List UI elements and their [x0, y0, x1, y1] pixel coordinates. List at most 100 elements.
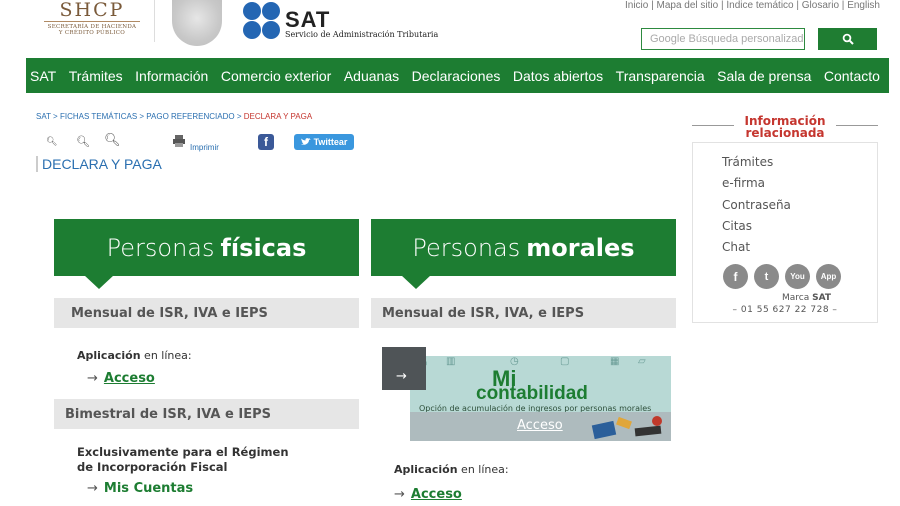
text-reset-icon[interactable]: 🔍︎	[76, 135, 90, 148]
nav-item-aduanas[interactable]: Aduanas	[344, 68, 399, 84]
related-link-tramites[interactable]: Trámites	[722, 155, 791, 176]
related-links: Trámites e-firma Contraseña Citas Chat	[722, 155, 791, 261]
related-info-title-line2: relacionada	[745, 126, 825, 140]
nav-item-informacion[interactable]: Información	[135, 68, 208, 84]
banner-panel: ▭ ▥ ◷ ▢ ▦ ▱ Mi contabilidad Opción de ac…	[410, 356, 671, 441]
search-input[interactable]: Google Búsqueda personalizada	[641, 28, 805, 50]
twitter-share-button[interactable]: Twittear	[294, 134, 354, 150]
section-bimestral: Bimestral de ISR, IVA e IEPS	[54, 399, 359, 429]
personas-fisicas-header-bold: físicas	[220, 233, 307, 262]
app-line-rest: en línea:	[140, 349, 192, 362]
section-mensual-morales: Mensual de ISR, IVA, e IEPS	[371, 298, 676, 328]
office-tools-icon	[591, 416, 662, 439]
national-seal-icon	[172, 0, 222, 46]
facebook-icon[interactable]: f	[723, 264, 748, 289]
top-link-indice[interactable]: Índice temático	[726, 0, 793, 11]
breadcrumb-sep: >	[137, 112, 147, 121]
text-decrease-icon[interactable]: 🔍︎	[46, 137, 57, 147]
sat-logo[interactable]: SAT Servicio de Administración Tributari…	[243, 2, 463, 42]
personas-morales-header: Personas morales	[371, 219, 676, 289]
arrow-right-icon: →	[394, 487, 405, 502]
header-pointer	[401, 275, 431, 289]
nav-item-contacto[interactable]: Contacto	[824, 68, 880, 84]
folder-icon: ▢	[560, 356, 570, 367]
app-line-bold: Aplicación	[394, 463, 458, 476]
app-line-rest: en línea:	[457, 463, 509, 476]
search-icon	[842, 33, 854, 45]
shcp-logo-rule	[44, 21, 140, 22]
print-icon[interactable]	[172, 134, 186, 148]
personas-fisicas-header: Personas físicas	[54, 219, 359, 289]
banner-access-link[interactable]: Acceso	[517, 418, 563, 433]
related-link-contrasena[interactable]: Contraseña	[722, 198, 791, 219]
nav-item-comercio-exterior[interactable]: Comercio exterior	[221, 68, 331, 84]
title-rule-right	[836, 125, 878, 126]
access-link-morales[interactable]: → Acceso	[394, 487, 462, 502]
arrow-right-icon: →	[396, 369, 407, 384]
header-pointer	[84, 275, 114, 289]
breadcrumb-item-sat[interactable]: SAT	[36, 112, 51, 121]
personas-morales-header-bold: morales	[526, 233, 635, 262]
breadcrumb-sep: >	[50, 112, 60, 121]
breadcrumb-sep: >	[234, 112, 244, 121]
youtube-icon[interactable]: You	[785, 264, 810, 289]
page-tools: 🔍︎ 🔍︎ 🔍︎ Imprimir f Twittear	[46, 133, 366, 153]
nav-item-sala-de-prensa[interactable]: Sala de prensa	[717, 68, 811, 84]
related-link-efirma[interactable]: e-firma	[722, 176, 791, 197]
mis-cuentas-label: Mis Cuentas	[103, 481, 194, 496]
access-link-label: Acceso	[103, 371, 155, 386]
search-button[interactable]	[818, 28, 877, 50]
app-icon[interactable]: App	[816, 264, 841, 289]
related-info-title: Información relacionada	[692, 115, 878, 139]
related-link-chat[interactable]: Chat	[722, 240, 791, 261]
app-line-fisicas: Aplicación en línea:	[54, 349, 359, 362]
print-label[interactable]: Imprimir	[190, 143, 219, 152]
access-link-fisicas[interactable]: → Acceso	[54, 371, 359, 386]
shcp-logo-line2: Y CRÉDITO PÚBLICO	[58, 30, 126, 36]
twitter-bird-icon	[300, 138, 311, 145]
top-link-inicio[interactable]: Inicio	[625, 0, 648, 11]
related-link-citas[interactable]: Citas	[722, 219, 791, 240]
shcp-logo[interactable]: SHCP SECRETARÍA DE HACIENDA Y CRÉDITO PÚ…	[44, 0, 140, 36]
mis-cuentas-link[interactable]: → Mis Cuentas	[54, 481, 359, 496]
marca-bold: SAT	[812, 293, 831, 303]
personas-fisicas-header-light: Personas	[106, 233, 215, 262]
page-title: DECLARA Y PAGA	[36, 156, 162, 172]
marca-prefix: Marca	[782, 293, 813, 303]
personas-morales-header-light: Personas	[412, 233, 521, 262]
top-link-english[interactable]: English	[847, 0, 880, 11]
banner-arrow-block[interactable]: →	[382, 347, 426, 390]
top-link-glosario[interactable]: Glosario	[802, 0, 839, 11]
marca-sat-label: Marca SAT	[693, 293, 877, 303]
personas-fisicas-panel: Personas físicas Mensual de ISR, IVA e IE…	[54, 219, 359, 496]
twitter-icon[interactable]: t	[754, 264, 779, 289]
breadcrumb-item-fichas[interactable]: FICHAS TEMÁTICAS	[60, 112, 137, 121]
title-rule-left	[692, 125, 734, 126]
related-info-box: Trámites e-firma Contraseña Citas Chat f…	[692, 142, 878, 323]
facebook-share-button[interactable]: f	[258, 134, 274, 150]
sat-logo-subtitle: Servicio de Administración Tributaria	[285, 30, 439, 39]
nav-item-tramites[interactable]: Trámites	[69, 68, 123, 84]
breadcrumb: SAT > FICHAS TEMÁTICAS > PAGO REFERENCIA…	[36, 112, 312, 121]
social-links: f t You App	[723, 264, 841, 289]
breadcrumb-item-pago[interactable]: PAGO REFERENCIADO	[146, 112, 234, 121]
top-links: Inicio | Mapa del sitio | Índice temátic…	[624, 0, 880, 11]
calculator-icon: ▦	[610, 356, 620, 367]
chart-icon: ▥	[446, 356, 456, 367]
nav-item-datos-abiertos[interactable]: Datos abiertos	[513, 68, 603, 84]
nav-item-declaraciones[interactable]: Declaraciones	[412, 68, 501, 84]
arrow-right-icon: →	[87, 371, 98, 386]
marca-sat-phone[interactable]: – 01 55 627 22 728 –	[693, 305, 877, 315]
personas-morales-panel: Personas morales Mensual de ISR, IVA, e I…	[371, 219, 676, 328]
mi-contabilidad-banner[interactable]: ▭ ▥ ◷ ▢ ▦ ▱ Mi contabilidad Opción de ac…	[382, 347, 672, 441]
header-divider	[154, 0, 155, 42]
app-line-morales: Aplicación en línea:	[394, 463, 509, 476]
excl-text: Exclusivamente para el Régimen de Incorp…	[54, 445, 359, 475]
banner-contabilidad: contabilidad	[476, 383, 588, 404]
shcp-logo-name: SHCP	[59, 0, 125, 21]
app-line-bold: Aplicación	[77, 349, 141, 362]
nav-item-transparencia[interactable]: Transparencia	[616, 68, 705, 84]
top-link-mapa[interactable]: Mapa del sitio	[657, 0, 719, 11]
text-increase-icon[interactable]: 🔍︎	[104, 133, 121, 148]
nav-item-sat[interactable]: SAT	[30, 68, 56, 84]
